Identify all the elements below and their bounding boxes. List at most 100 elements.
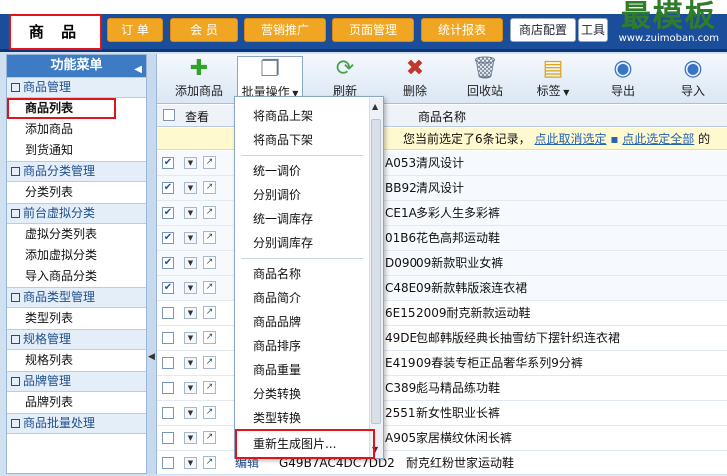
recycle-bin-button[interactable]: 🗑 回收站 — [455, 56, 515, 102]
menu-item-goods-weight[interactable]: 商品重量 — [253, 360, 301, 380]
open-link-icon[interactable]: ↗ — [203, 306, 216, 319]
menu-item-take-off-shelf[interactable]: 将商品下架 — [253, 130, 313, 150]
menu-item-unified-stock[interactable]: 统一调库存 — [253, 209, 313, 229]
row-checkbox[interactable]: ✔ — [162, 157, 174, 169]
sidebar-group-spec[interactable]: 规格管理 — [7, 329, 146, 350]
import-button[interactable]: ◉ 导入 — [663, 56, 723, 102]
row-checkbox[interactable]: ✔ — [162, 282, 174, 294]
row-checkbox[interactable] — [162, 357, 174, 369]
row-checkbox[interactable]: ✔ — [162, 232, 174, 244]
sidebar-group-brand[interactable]: 品牌管理 — [7, 371, 146, 392]
menu-item-type-convert[interactable]: 类型转换 — [253, 408, 301, 428]
row-checkbox[interactable]: ✔ — [162, 182, 174, 194]
select-all-checkbox[interactable] — [163, 109, 175, 121]
row-goods-name: 耐克红粉世家运动鞋 — [406, 456, 515, 470]
row-dropdown-icon[interactable]: ▼ — [184, 332, 197, 344]
tab-orders[interactable]: 订 单 — [107, 18, 163, 42]
sidebar-group-type[interactable]: 商品类型管理 — [7, 287, 146, 308]
row-dropdown-icon[interactable]: ▼ — [184, 182, 197, 194]
export-button[interactable]: ◉ 导出 — [593, 56, 653, 102]
row-checkbox[interactable] — [162, 382, 174, 394]
add-goods-button[interactable]: ✚ 添加商品 — [169, 56, 229, 102]
tab-members[interactable]: 会 员 — [170, 18, 238, 42]
open-link-icon[interactable]: ↗ — [203, 381, 216, 394]
menu-item-goods-brand[interactable]: 商品品牌 — [253, 312, 301, 332]
tab-tools[interactable]: 工具 — [578, 18, 608, 42]
menu-item-category-convert[interactable]: 分类转换 — [253, 384, 301, 404]
row-dropdown-icon[interactable]: ▼ — [184, 282, 197, 294]
sidebar-item-category-list[interactable]: 分类列表 — [7, 182, 146, 203]
tab-goods[interactable]: 商 品 — [9, 14, 102, 50]
tab-marketing[interactable]: 营销推广 — [244, 18, 326, 42]
sidebar-item-add-virtual[interactable]: 添加虚拟分类 — [7, 245, 146, 266]
row-checkbox[interactable]: ✔ — [162, 257, 174, 269]
menu-scroll-thumb[interactable] — [371, 119, 381, 424]
cancel-selection-link[interactable]: 点此取消选定 — [534, 132, 606, 146]
row-dropdown-icon[interactable]: ▼ — [184, 457, 197, 469]
collapse-box-icon — [11, 293, 20, 302]
row-dropdown-icon[interactable]: ▼ — [184, 207, 197, 219]
sidebar-item-brand-list[interactable]: 品牌列表 — [7, 392, 146, 413]
row-dropdown-icon[interactable]: ▼ — [184, 382, 197, 394]
row-dropdown-icon[interactable]: ▼ — [184, 407, 197, 419]
menu-item-regenerate-images[interactable]: 重新生成图片... — [235, 429, 375, 459]
row-dropdown-icon[interactable]: ▼ — [184, 307, 197, 319]
menu-item-unified-price[interactable]: 统一调价 — [253, 161, 301, 181]
row-checkbox[interactable]: ✔ — [162, 207, 174, 219]
sidebar-group-batch[interactable]: 商品批量处理 — [7, 413, 146, 434]
delete-button[interactable]: ✖ 删除 — [385, 56, 445, 102]
disc-export-icon: ◉ — [613, 56, 633, 81]
sidebar-item-arrival-notice[interactable]: 到货通知 — [7, 140, 146, 161]
menu-item-goods-brief[interactable]: 商品简介 — [253, 288, 301, 308]
row-checkbox[interactable] — [162, 457, 174, 469]
collapse-icon[interactable]: ◀ — [134, 59, 142, 81]
tab-store-settings[interactable]: 商店配置 — [510, 18, 576, 42]
row-checkbox[interactable] — [162, 432, 174, 444]
collapse-arrow-icon[interactable]: ◀ — [148, 352, 155, 362]
open-link-icon[interactable]: ↗ — [203, 356, 216, 369]
sidebar-group-virtual-category[interactable]: 前台虚拟分类 — [7, 203, 146, 224]
open-link-icon[interactable]: ↗ — [203, 406, 216, 419]
collapse-box-icon — [11, 167, 20, 176]
select-all-link[interactable]: 点此选定全部 — [622, 132, 694, 146]
open-link-icon[interactable]: ↗ — [203, 256, 216, 269]
open-link-icon[interactable]: ↗ — [203, 456, 216, 469]
open-link-icon[interactable]: ↗ — [203, 156, 216, 169]
row-checkbox[interactable] — [162, 307, 174, 319]
menu-item-goods-name[interactable]: 商品名称 — [253, 264, 301, 284]
sidebar-group-goods[interactable]: 商品管理 — [7, 77, 146, 98]
sidebar-item-import-category[interactable]: 导入商品分类 — [7, 266, 146, 287]
menu-item-separate-price[interactable]: 分别调价 — [253, 185, 301, 205]
sidebar-item-goods-list[interactable]: 商品列表 — [7, 98, 116, 119]
row-checkbox[interactable] — [162, 332, 174, 344]
tab-reports[interactable]: 统计报表 — [421, 18, 503, 42]
menu-item-goods-order[interactable]: 商品排序 — [253, 336, 301, 356]
col-name-header[interactable]: 商品名称 — [418, 108, 466, 125]
open-link-icon[interactable]: ↗ — [203, 181, 216, 194]
row-checkbox[interactable] — [162, 407, 174, 419]
sidebar-item-virtual-list[interactable]: 虚拟分类列表 — [7, 224, 146, 245]
row-dropdown-icon[interactable]: ▼ — [184, 357, 197, 369]
menu-item-put-on-shelf[interactable]: 将商品上架 — [253, 106, 313, 126]
sidebar-item-add-goods[interactable]: 添加商品 — [7, 119, 146, 140]
sidebar-item-spec-list[interactable]: 规格列表 — [7, 350, 146, 371]
tab-pages[interactable]: 页面管理 — [332, 18, 414, 42]
open-link-icon[interactable]: ↗ — [203, 281, 216, 294]
open-link-icon[interactable]: ↗ — [203, 231, 216, 244]
open-link-icon[interactable]: ↗ — [203, 206, 216, 219]
row-dropdown-icon[interactable]: ▼ — [184, 157, 197, 169]
tag-button[interactable]: ▤ 标签 ▼ — [523, 56, 583, 102]
open-link-icon[interactable]: ↗ — [203, 331, 216, 344]
scroll-up-icon[interactable]: ▲ — [372, 102, 378, 111]
sidebar-splitter[interactable]: ◀ — [147, 54, 156, 474]
batch-operation-menu: ▲ ▼ 将商品上架 将商品下架 统一调价 分别调价 统一调库存 分别调库存 商品… — [234, 96, 384, 459]
row-dropdown-icon[interactable]: ▼ — [184, 232, 197, 244]
sidebar-header: 功能菜单 ◀ — [7, 55, 146, 77]
sidebar-group-category[interactable]: 商品分类管理 — [7, 161, 146, 182]
site-logo: 最模板 www.zuimoban.com — [619, 2, 719, 44]
row-dropdown-icon[interactable]: ▼ — [184, 257, 197, 269]
open-link-icon[interactable]: ↗ — [203, 431, 216, 444]
sidebar-item-type-list[interactable]: 类型列表 — [7, 308, 146, 329]
menu-item-separate-stock[interactable]: 分别调库存 — [253, 233, 313, 253]
row-dropdown-icon[interactable]: ▼ — [184, 432, 197, 444]
